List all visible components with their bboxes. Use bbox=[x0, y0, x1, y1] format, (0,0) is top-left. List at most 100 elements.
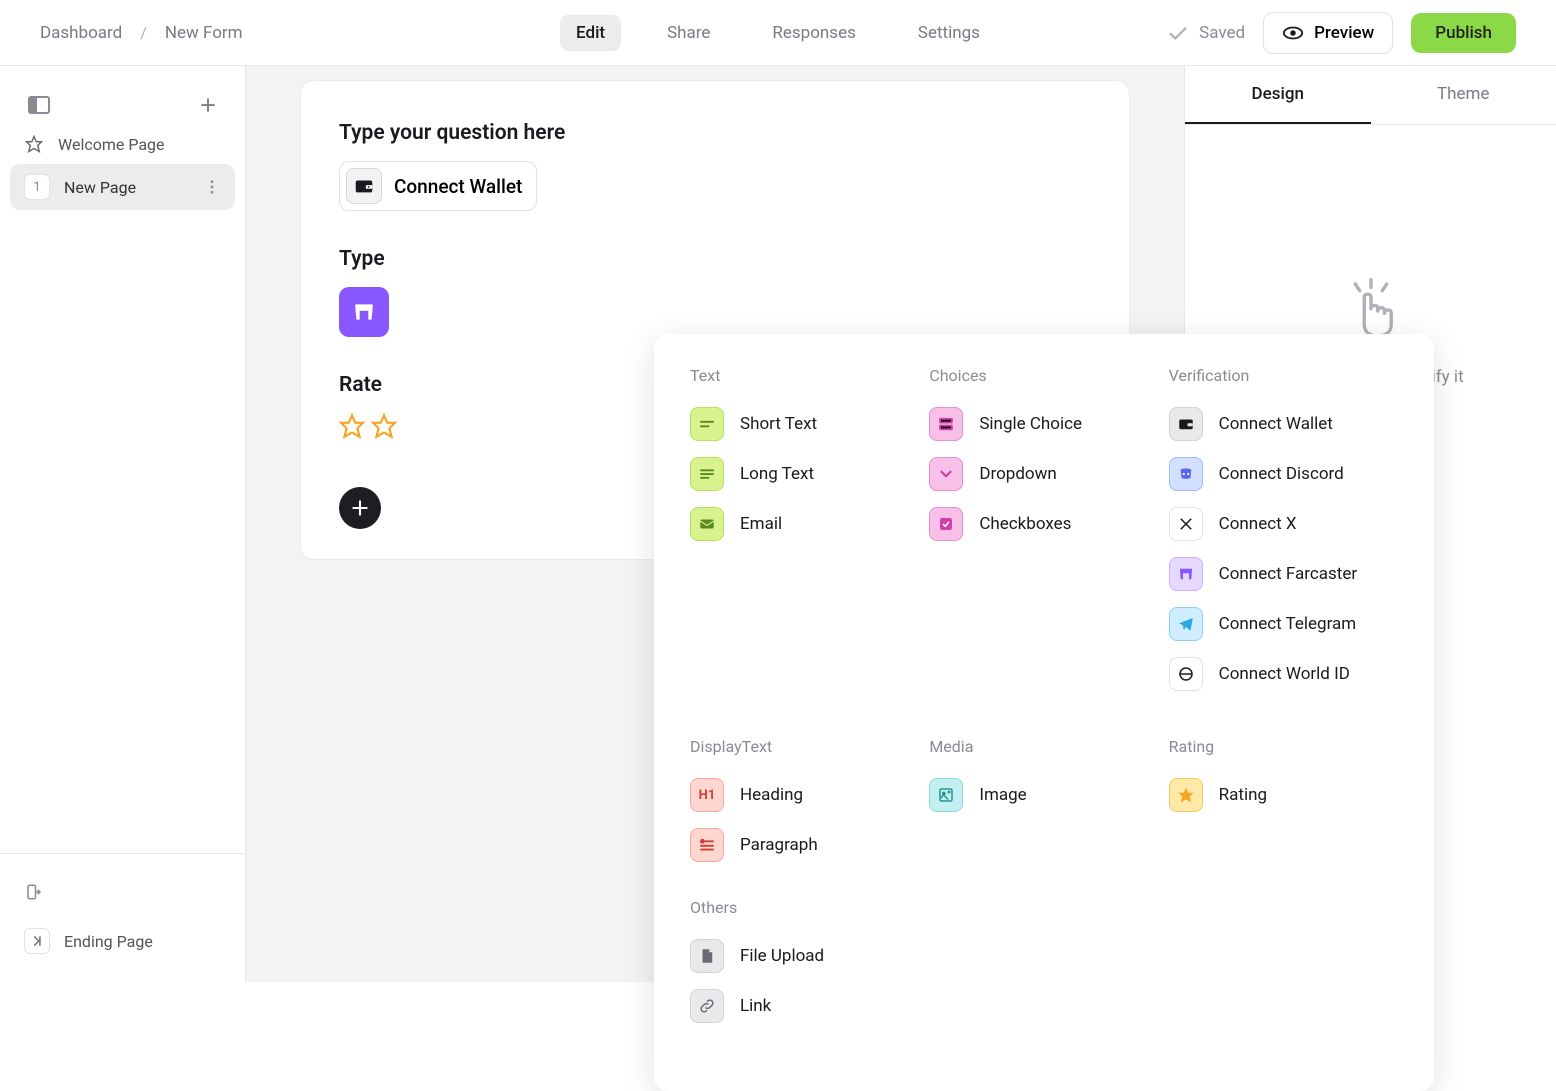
popup-item-label: Single Choice bbox=[979, 414, 1082, 434]
star-icon[interactable] bbox=[371, 413, 397, 439]
saved-label: Saved bbox=[1199, 23, 1245, 43]
link-icon bbox=[690, 989, 724, 1023]
popup-item-link[interactable]: Link bbox=[690, 981, 919, 1031]
breadcrumb-separator: / bbox=[140, 23, 147, 42]
breadcrumb-dashboard[interactable]: Dashboard bbox=[40, 23, 122, 43]
popup-item-connect-world-id[interactable]: Connect World ID bbox=[1169, 649, 1398, 699]
popup-item-image[interactable]: Image bbox=[929, 770, 1158, 820]
farcaster-icon bbox=[1169, 557, 1203, 591]
sidebar-item-logic[interactable] bbox=[10, 872, 235, 912]
popup-header-others: Others bbox=[690, 898, 919, 917]
tab-design[interactable]: Design bbox=[1185, 66, 1371, 124]
ending-icon bbox=[24, 928, 50, 954]
popup-item-label: Email bbox=[740, 514, 782, 534]
email-icon bbox=[690, 507, 724, 541]
tab-edit[interactable]: Edit bbox=[560, 15, 621, 51]
file-upload-icon bbox=[690, 939, 724, 973]
popup-item-heading[interactable]: H1 Heading bbox=[690, 770, 919, 820]
popup-item-label: Connect Wallet bbox=[1219, 414, 1333, 434]
sidebar-item-label: Ending Page bbox=[64, 932, 221, 951]
saved-indicator: Saved bbox=[1167, 22, 1245, 44]
popup-item-label: Dropdown bbox=[979, 464, 1056, 484]
heading-icon: H1 bbox=[690, 778, 724, 812]
preview-button[interactable]: Preview bbox=[1263, 12, 1393, 54]
popup-header-verification: Verification bbox=[1169, 366, 1398, 385]
popup-item-dropdown[interactable]: Dropdown bbox=[929, 449, 1158, 499]
short-text-icon bbox=[690, 407, 724, 441]
sidebar-item-welcome[interactable]: Welcome Page bbox=[10, 124, 235, 164]
popup-item-label: Long Text bbox=[740, 464, 814, 484]
popup-item-label: Image bbox=[979, 785, 1026, 805]
tab-settings[interactable]: Settings bbox=[902, 15, 996, 51]
star-icon[interactable] bbox=[339, 413, 365, 439]
farcaster-chip-partial[interactable] bbox=[339, 287, 389, 337]
popup-item-label: Rating bbox=[1219, 785, 1267, 805]
popup-item-long-text[interactable]: Long Text bbox=[690, 449, 919, 499]
question-title-2[interactable]: Type bbox=[339, 247, 1091, 271]
eye-icon bbox=[1282, 22, 1304, 44]
popup-item-paragraph[interactable]: Paragraph bbox=[690, 820, 919, 870]
tab-share[interactable]: Share bbox=[651, 15, 726, 51]
world-id-icon bbox=[1169, 657, 1203, 691]
popup-item-file-upload[interactable]: File Upload bbox=[690, 931, 919, 981]
popup-item-label: Connect Discord bbox=[1219, 464, 1344, 484]
popup-item-label: Checkboxes bbox=[979, 514, 1071, 534]
popup-item-label: Connect Telegram bbox=[1219, 614, 1357, 634]
popup-item-connect-discord[interactable]: Connect Discord bbox=[1169, 449, 1398, 499]
sidebar: Welcome Page 1 New Page Ending Page bbox=[0, 66, 246, 982]
popup-item-email[interactable]: Email bbox=[690, 499, 919, 549]
add-field-button[interactable] bbox=[339, 487, 381, 529]
publish-button[interactable]: Publish bbox=[1411, 13, 1516, 53]
popup-item-connect-telegram[interactable]: Connect Telegram bbox=[1169, 599, 1398, 649]
single-choice-icon bbox=[929, 407, 963, 441]
popup-item-rating[interactable]: Rating bbox=[1169, 770, 1398, 820]
popup-item-label: Heading bbox=[740, 785, 803, 805]
canvas: Type your question here Connect Wallet T… bbox=[246, 66, 1184, 982]
telegram-icon bbox=[1169, 607, 1203, 641]
x-icon bbox=[1169, 507, 1203, 541]
check-icon bbox=[1167, 22, 1189, 44]
sidebar-item-new-page[interactable]: 1 New Page bbox=[10, 164, 235, 210]
popup-item-label: Paragraph bbox=[740, 835, 818, 855]
connect-wallet-chip[interactable]: Connect Wallet bbox=[339, 161, 537, 211]
pages-icon bbox=[28, 96, 50, 114]
more-icon[interactable] bbox=[203, 178, 221, 196]
breadcrumb-current: New Form bbox=[165, 23, 243, 43]
long-text-icon bbox=[690, 457, 724, 491]
popup-item-connect-farcaster[interactable]: Connect Farcaster bbox=[1169, 549, 1398, 599]
sidebar-item-ending[interactable]: Ending Page bbox=[10, 918, 235, 964]
rating-icon bbox=[1169, 778, 1203, 812]
question-title[interactable]: Type your question here bbox=[339, 121, 1091, 145]
paragraph-icon bbox=[690, 828, 724, 862]
popup-item-connect-x[interactable]: Connect X bbox=[1169, 499, 1398, 549]
popup-header-rating: Rating bbox=[1169, 737, 1398, 756]
tab-theme[interactable]: Theme bbox=[1371, 66, 1556, 124]
tab-responses[interactable]: Responses bbox=[756, 15, 871, 51]
star-icon bbox=[24, 134, 44, 154]
popup-item-single-choice[interactable]: Single Choice bbox=[929, 399, 1158, 449]
popup-header-choices: Choices bbox=[929, 366, 1158, 385]
popup-header-media: Media bbox=[929, 737, 1158, 756]
checkboxes-icon bbox=[929, 507, 963, 541]
popup-item-short-text[interactable]: Short Text bbox=[690, 399, 919, 449]
popup-item-label: Connect World ID bbox=[1219, 664, 1350, 684]
image-icon bbox=[929, 778, 963, 812]
popup-header-display: DisplayText bbox=[690, 737, 919, 756]
popup-header-text: Text bbox=[690, 366, 919, 385]
breadcrumb: Dashboard / New Form bbox=[40, 23, 243, 43]
popup-item-checkboxes[interactable]: Checkboxes bbox=[929, 499, 1158, 549]
dropdown-icon bbox=[929, 457, 963, 491]
add-page-icon[interactable] bbox=[199, 96, 217, 114]
popup-item-label: Connect X bbox=[1219, 514, 1297, 534]
popup-item-label: Link bbox=[740, 996, 771, 1016]
sidebar-item-label: Welcome Page bbox=[58, 135, 221, 154]
wallet-icon bbox=[346, 168, 382, 204]
discord-icon bbox=[1169, 457, 1203, 491]
right-tabs: Design Theme bbox=[1185, 66, 1556, 125]
popup-item-label: File Upload bbox=[740, 946, 824, 966]
sidebar-item-label: New Page bbox=[64, 178, 189, 197]
header-actions: Saved Preview Publish bbox=[1167, 12, 1516, 54]
popup-item-connect-wallet[interactable]: Connect Wallet bbox=[1169, 399, 1398, 449]
exit-icon bbox=[24, 882, 44, 902]
popup-item-label: Connect Farcaster bbox=[1219, 564, 1357, 584]
